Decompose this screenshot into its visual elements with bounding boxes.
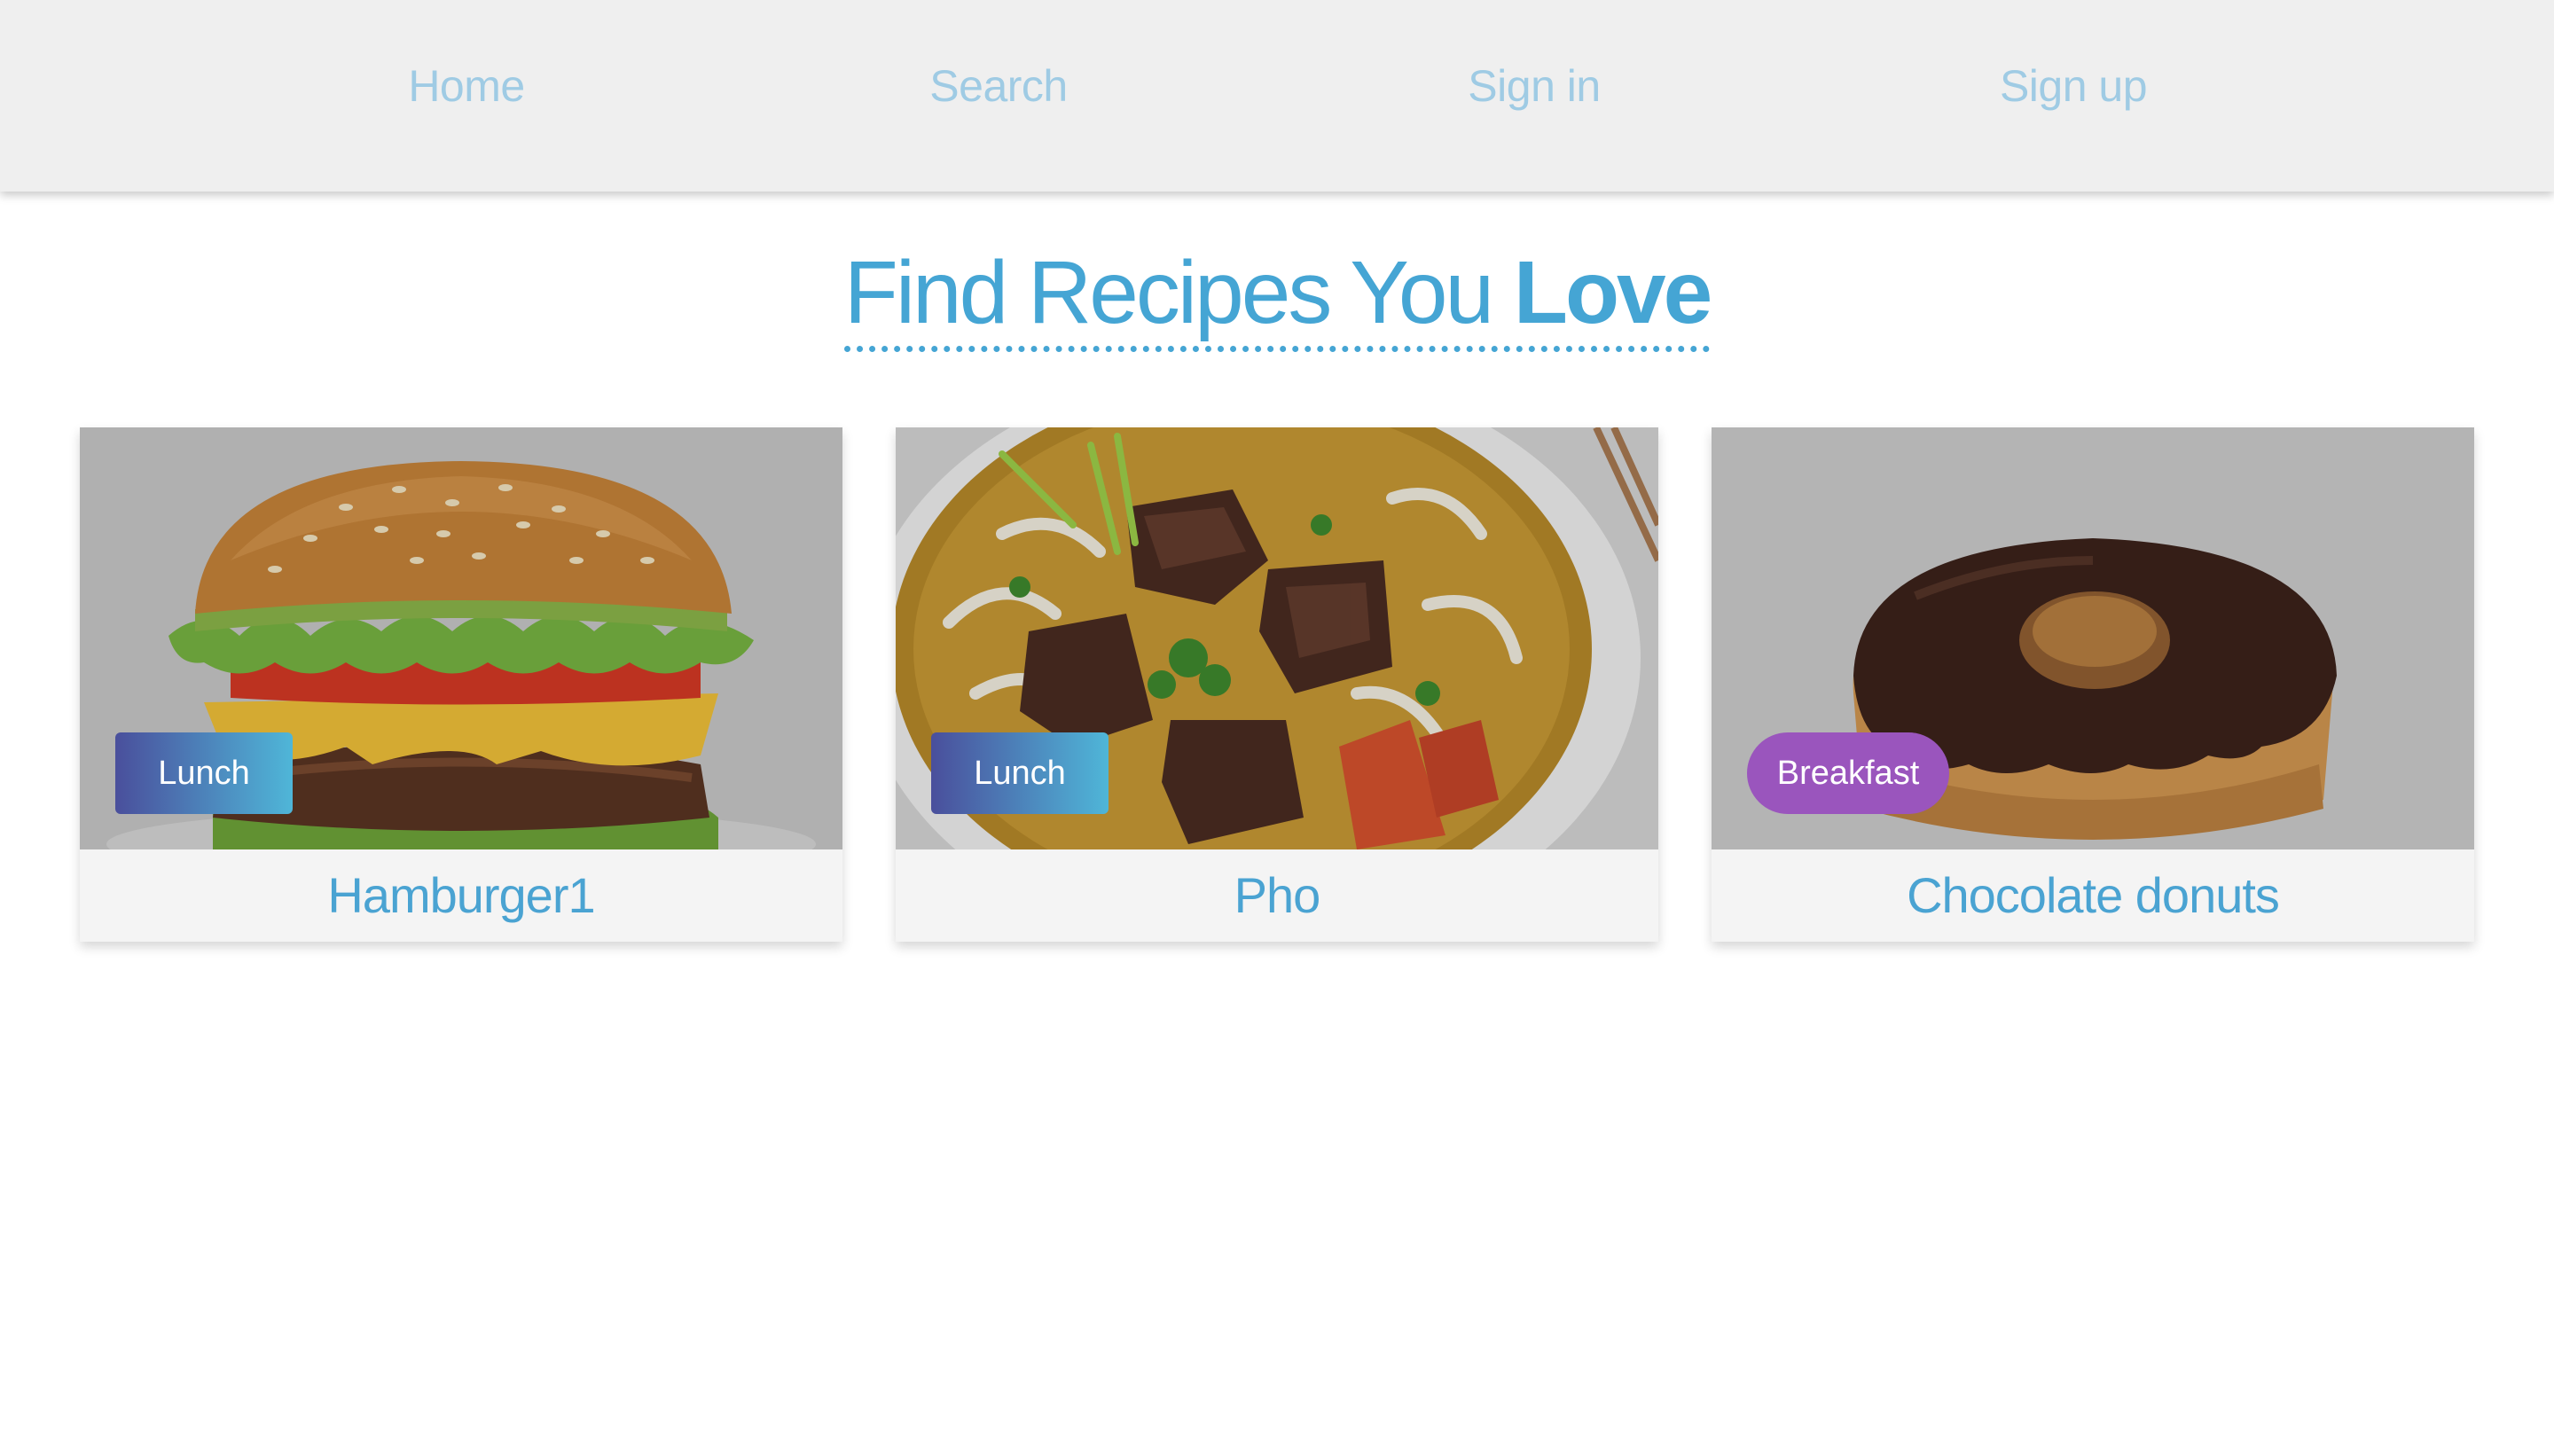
category-tag-lunch[interactable]: Lunch bbox=[115, 732, 293, 814]
pho-bowl-photo[interactable]: Lunch bbox=[896, 427, 1658, 849]
recipe-card[interactable]: Lunch Pho bbox=[896, 427, 1658, 942]
page-title: Find Recipes You Love bbox=[0, 241, 2554, 352]
page-title-text: Find Recipes You bbox=[843, 243, 1494, 342]
recipe-card[interactable]: Lunch Hamburger1 bbox=[80, 427, 842, 942]
recipe-card[interactable]: Breakfast Chocolate donuts bbox=[1712, 427, 2474, 942]
page-title-underline: Find Recipes You Love bbox=[843, 241, 1712, 352]
hamburger-photo[interactable]: Lunch bbox=[80, 427, 842, 849]
recipe-card-title[interactable]: Chocolate donuts bbox=[1712, 849, 2474, 942]
category-tag-lunch[interactable]: Lunch bbox=[931, 732, 1109, 814]
category-tag-breakfast[interactable]: Breakfast bbox=[1747, 732, 1949, 814]
page-title-emphasis: Love bbox=[1513, 243, 1712, 342]
nav-link-sign-in[interactable]: Sign in bbox=[1468, 60, 1601, 112]
chocolate-donut-photo[interactable]: Breakfast bbox=[1712, 427, 2474, 849]
nav-link-search[interactable]: Search bbox=[929, 60, 1068, 112]
recipe-card-title[interactable]: Hamburger1 bbox=[80, 849, 842, 942]
nav-link-home[interactable]: Home bbox=[408, 60, 525, 112]
nav-link-sign-up[interactable]: Sign up bbox=[2000, 60, 2148, 112]
top-navbar: Home Search Sign in Sign up bbox=[0, 0, 2554, 192]
recipe-card-title[interactable]: Pho bbox=[896, 849, 1658, 942]
